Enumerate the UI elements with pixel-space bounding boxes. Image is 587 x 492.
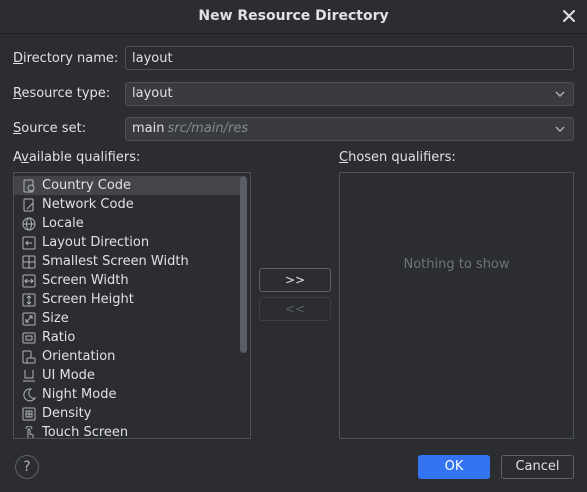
list-item-label: Ratio	[42, 330, 76, 345]
list-item-label: Country Code	[42, 178, 132, 193]
source-set-hint: src/main/res	[167, 121, 249, 136]
list-item-screen-height[interactable]: Screen Height	[14, 290, 250, 309]
touch-icon	[25, 425, 34, 438]
network-code-icon	[23, 198, 34, 211]
list-item-night-mode[interactable]: Night Mode	[14, 385, 250, 404]
available-qualifiers-label: Available qualifiers:	[13, 150, 141, 165]
ok-button[interactable]: OK	[418, 455, 490, 479]
screen-height-icon	[22, 293, 36, 306]
directory-name-input[interactable]	[125, 46, 574, 70]
list-item-ratio[interactable]: Ratio	[14, 328, 250, 347]
list-item-smallest-screen-width[interactable]: Smallest Screen Width	[14, 252, 250, 271]
screen-width-icon	[22, 274, 36, 287]
remove-qualifier-button[interactable]: <<	[259, 297, 331, 321]
chosen-qualifiers-label: Chosen qualifiers:	[339, 150, 456, 165]
list-item-label: Density	[42, 406, 92, 421]
list-item-size[interactable]: Size	[14, 309, 250, 328]
ratio-icon	[22, 332, 36, 343]
resource-type-value: layout	[132, 86, 173, 101]
list-item-label: Smallest Screen Width	[42, 254, 189, 269]
list-item-touch-screen[interactable]: Touch Screen	[14, 423, 250, 439]
source-set-select[interactable]: main src/main/res	[125, 117, 574, 141]
list-item-label: Layout Direction	[42, 235, 150, 250]
close-icon[interactable]	[559, 6, 579, 26]
list-item-label: Orientation	[42, 349, 116, 364]
list-item-locale[interactable]: Locale	[14, 214, 250, 233]
list-item-orientation[interactable]: Orientation	[14, 347, 250, 366]
chevron-down-icon	[555, 126, 565, 132]
list-item-layout-direction[interactable]: Layout Direction	[14, 233, 250, 252]
add-qualifier-button[interactable]: >>	[259, 268, 331, 292]
density-icon	[22, 407, 36, 420]
list-item-ui-mode[interactable]: UI Mode	[14, 366, 250, 385]
help-button[interactable]: ?	[15, 455, 39, 479]
list-item-density[interactable]: Density	[14, 404, 250, 423]
chevron-down-icon	[555, 91, 565, 97]
list-item-label: UI Mode	[42, 368, 95, 383]
list-item-label: Screen Width	[42, 273, 129, 288]
list-item-country-code[interactable]: Country Code	[14, 176, 242, 195]
list-item-label: Touch Screen	[42, 425, 129, 439]
globe-icon	[22, 217, 36, 230]
source-set-label: Source set:	[13, 121, 87, 136]
available-qualifiers-list[interactable]: Country Code Network Code Locale Layout …	[13, 172, 251, 439]
list-item-network-code[interactable]: Network Code	[14, 195, 250, 214]
qualifiers-scrollbar[interactable]	[240, 176, 247, 353]
list-item-label: Size	[42, 311, 69, 326]
ui-mode-icon	[23, 369, 35, 381]
cancel-button[interactable]: Cancel	[501, 455, 574, 479]
list-item-label: Screen Height	[42, 292, 134, 307]
directory-name-label: Directory name:	[13, 51, 119, 66]
size-icon	[22, 312, 36, 325]
list-item-label: Locale	[42, 216, 84, 231]
moon-icon	[23, 387, 36, 401]
resource-type-label: Resource type:	[13, 86, 111, 101]
chosen-qualifiers-list[interactable]: Nothing to show	[339, 172, 574, 439]
list-item-label: Night Mode	[42, 387, 117, 402]
smallest-width-icon	[22, 255, 36, 268]
layout-direction-icon	[22, 236, 36, 249]
orientation-icon	[22, 350, 36, 363]
title-bar: New Resource Directory	[0, 0, 587, 34]
list-item-screen-width[interactable]: Screen Width	[14, 271, 250, 290]
country-code-icon	[23, 179, 35, 192]
empty-state-text: Nothing to show	[403, 257, 510, 272]
list-item-label: Network Code	[42, 197, 134, 212]
source-set-value: main	[132, 121, 165, 136]
dialog-title: New Resource Directory	[198, 8, 389, 24]
resource-type-select[interactable]: layout	[125, 82, 574, 106]
